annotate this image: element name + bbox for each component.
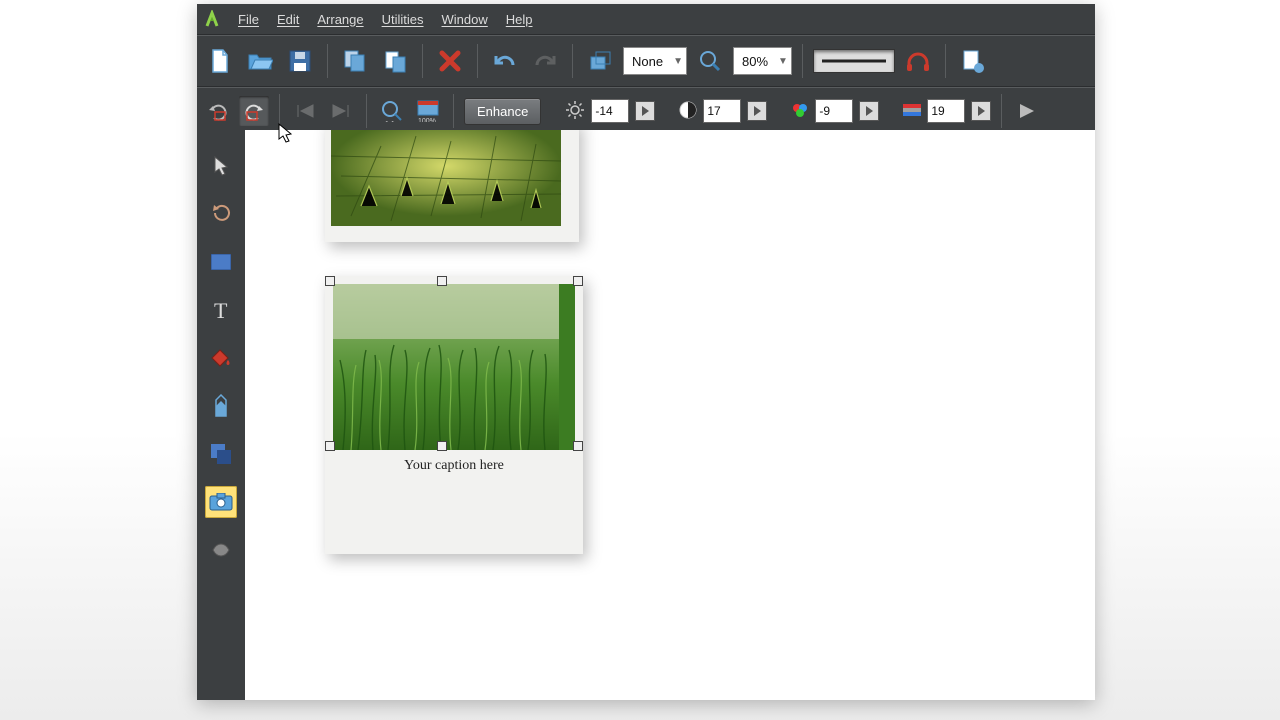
- prev-photo-button[interactable]: [290, 96, 320, 126]
- transparency-tool[interactable]: [205, 390, 237, 422]
- contrast-step-button[interactable]: [747, 101, 767, 121]
- rotate-right-button[interactable]: [239, 96, 269, 126]
- chevron-down-icon: ▼: [673, 56, 683, 67]
- chevron-down-icon: ▼: [778, 56, 788, 67]
- quality-slider[interactable]: [813, 49, 895, 73]
- contrast-icon: [679, 101, 697, 122]
- undo-button[interactable]: [488, 44, 522, 78]
- separator: [422, 44, 423, 78]
- zoom-dropdown[interactable]: 80% ▼: [733, 47, 792, 75]
- headphones-icon[interactable]: [901, 44, 935, 78]
- grass-photo: [333, 284, 575, 450]
- save-button[interactable]: [283, 44, 317, 78]
- resize-handle-se[interactable]: [573, 441, 583, 451]
- hue-icon: [903, 104, 921, 119]
- resize-handle-s[interactable]: [437, 441, 447, 451]
- resize-handle-ne[interactable]: [573, 276, 583, 286]
- layers-button[interactable]: [583, 44, 617, 78]
- svg-text:T: T: [214, 300, 228, 320]
- resize-handle-nw[interactable]: [325, 276, 335, 286]
- separator: [453, 94, 454, 128]
- brightness-input[interactable]: [591, 99, 629, 123]
- paste-button[interactable]: [378, 44, 412, 78]
- open-button[interactable]: [243, 44, 277, 78]
- menu-help[interactable]: Help: [497, 8, 542, 31]
- svg-text:100%: 100%: [418, 118, 436, 122]
- menu-utilities[interactable]: Utilities: [373, 8, 433, 31]
- menu-file[interactable]: File: [229, 8, 268, 31]
- app-logo-icon: [203, 10, 221, 28]
- canvas[interactable]: Your caption here: [245, 130, 1095, 700]
- separator: [477, 44, 478, 78]
- select-tool[interactable]: [205, 150, 237, 182]
- snap-dropdown[interactable]: None ▼: [623, 47, 687, 75]
- shadow-tool[interactable]: [205, 438, 237, 470]
- next-photo-button[interactable]: [326, 96, 356, 126]
- menubar: File Edit Arrange Utilities Window Help: [197, 4, 1095, 35]
- rotate-tool[interactable]: [205, 198, 237, 230]
- cut-button[interactable]: [338, 44, 372, 78]
- saturation-step-button[interactable]: [859, 101, 879, 121]
- photo-caption[interactable]: Your caption here: [333, 458, 575, 474]
- delete-button[interactable]: [433, 44, 467, 78]
- saturation-icon: [791, 101, 809, 122]
- contrast-input[interactable]: [703, 99, 741, 123]
- brightness-step-button[interactable]: [635, 101, 655, 121]
- separator: [327, 44, 328, 78]
- menu-window[interactable]: Window: [433, 8, 497, 31]
- tool-extra-button[interactable]: [956, 44, 990, 78]
- pine-photo: [331, 130, 561, 226]
- photo-toolbar: 1:1 100% Enhance: [197, 87, 1095, 135]
- resize-handle-n[interactable]: [437, 276, 447, 286]
- photo-card-grass[interactable]: Your caption here: [325, 276, 583, 554]
- hue-step-button[interactable]: [971, 101, 991, 121]
- zoom-tool-button[interactable]: [693, 44, 727, 78]
- enhance-button[interactable]: Enhance: [464, 98, 541, 125]
- saturation-input[interactable]: [815, 99, 853, 123]
- tool-strip: T: [197, 130, 246, 700]
- separator: [802, 44, 803, 78]
- hue-input[interactable]: [927, 99, 965, 123]
- smudge-tool[interactable]: [205, 534, 237, 566]
- separator: [945, 44, 946, 78]
- separator: [279, 94, 280, 128]
- separator: [1001, 94, 1002, 128]
- redo-button[interactable]: [528, 44, 562, 78]
- brightness-icon: [565, 100, 585, 123]
- photo-tool[interactable]: [205, 486, 237, 518]
- svg-text:1:1: 1:1: [385, 121, 395, 122]
- main-toolbar: None ▼ 80% ▼: [197, 35, 1095, 87]
- rectangle-tool[interactable]: [205, 246, 237, 278]
- fill-tool[interactable]: [205, 342, 237, 374]
- photo-card-pine[interactable]: [325, 130, 579, 242]
- separator: [366, 94, 367, 128]
- snap-dropdown-value: None: [632, 54, 663, 69]
- rotate-left-button[interactable]: [203, 96, 233, 126]
- separator: [572, 44, 573, 78]
- menu-arrange[interactable]: Arrange: [308, 8, 372, 31]
- preview-play-button[interactable]: [1012, 96, 1042, 126]
- fit-window-button[interactable]: 100%: [413, 96, 443, 126]
- text-tool[interactable]: T: [205, 294, 237, 326]
- resize-handle-sw[interactable]: [325, 441, 335, 451]
- menu-edit[interactable]: Edit: [268, 8, 308, 31]
- new-document-button[interactable]: [203, 44, 237, 78]
- zoom-actual-button[interactable]: 1:1: [377, 96, 407, 126]
- zoom-dropdown-value: 80%: [742, 54, 768, 69]
